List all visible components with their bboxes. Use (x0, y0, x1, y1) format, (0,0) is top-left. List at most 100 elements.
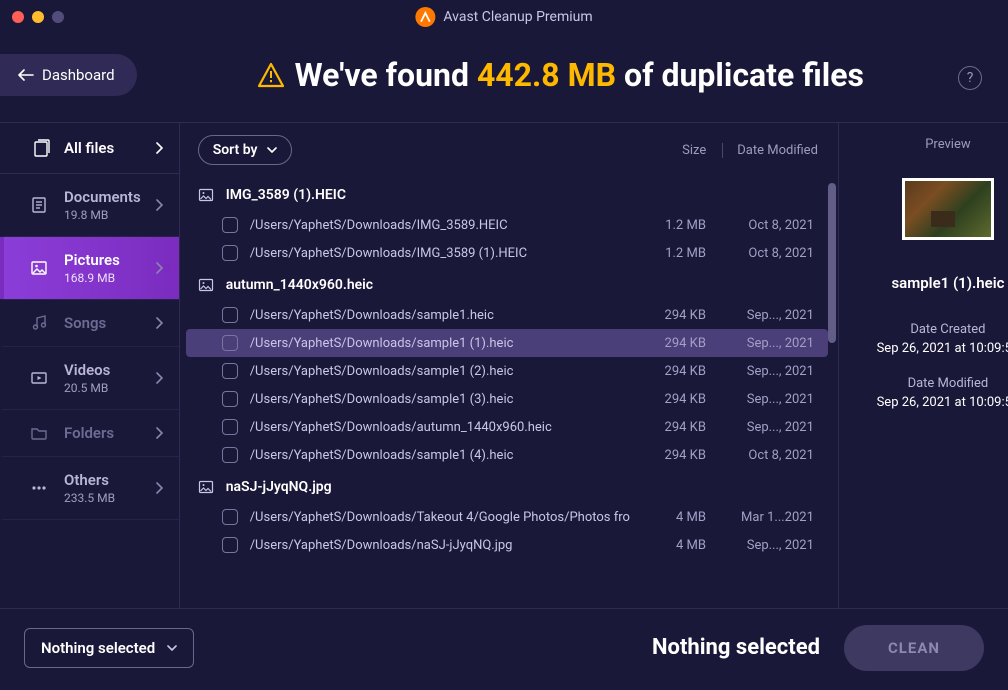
chevron-down-icon (167, 645, 177, 651)
date-modified-label: Date Modified (908, 376, 989, 391)
file-date: Sep..., 2021 (718, 392, 814, 407)
file-row[interactable]: /Users/YaphetS/Downloads/naSJ-jJyqNQ.jpg… (186, 531, 828, 559)
file-path: /Users/YaphetS/Downloads/autumn_1440x960… (250, 420, 630, 435)
file-checkbox[interactable] (222, 217, 238, 233)
chevron-right-icon (155, 142, 163, 154)
sidebar-item-label: Songs (64, 314, 106, 332)
sidebar-item-label: Others (64, 471, 115, 489)
preview-pane: Preview sample1 (1).heic Date Created Se… (839, 123, 1008, 608)
page-headline: We've found 442.8 MB of duplicate files (137, 56, 984, 94)
file-list-body[interactable]: IMG_3589 (1).HEIC/Users/YaphetS/Download… (180, 177, 838, 608)
file-checkbox[interactable] (222, 307, 238, 323)
chevron-right-icon (155, 317, 163, 329)
sidebar-item-label: Videos (64, 361, 110, 379)
file-row[interactable]: /Users/YaphetS/Downloads/sample1 (4).hei… (186, 441, 828, 469)
col-size-header[interactable]: Size (680, 143, 708, 158)
file-checkbox[interactable] (222, 363, 238, 379)
help-button[interactable]: ? (958, 66, 982, 90)
file-row[interactable]: /Users/YaphetS/Downloads/sample1.heic294… (186, 301, 828, 329)
sidebar-item-others[interactable]: Others233.5 MB (0, 457, 179, 520)
videos-icon (28, 369, 50, 387)
file-size: 294 KB (642, 392, 706, 407)
file-size: 1.2 MB (642, 218, 706, 233)
file-checkbox[interactable] (222, 419, 238, 435)
app-logo-icon (415, 7, 435, 27)
image-icon (198, 187, 214, 203)
file-size: 1.2 MB (642, 246, 706, 261)
others-icon (28, 479, 50, 497)
file-group-header[interactable]: IMG_3589 (1).HEIC (180, 177, 834, 211)
image-icon (198, 479, 214, 495)
file-group-header[interactable]: autumn_1440x960.heic (180, 267, 834, 301)
dashboard-back-button[interactable]: Dashboard (0, 54, 137, 96)
dashboard-back-label: Dashboard (42, 66, 115, 84)
preview-label: Preview (925, 137, 970, 152)
minimize-window-button[interactable] (32, 11, 44, 23)
date-created-value: Sep 26, 2021 at 10:09:52 (877, 341, 1008, 356)
file-size: 294 KB (642, 336, 706, 351)
file-row[interactable]: /Users/YaphetS/Downloads/Takeout 4/Googl… (186, 503, 828, 531)
list-header: Sort by Size Date Modified (180, 123, 838, 177)
file-group-title: naSJ-jJyqNQ.jpg (226, 479, 332, 495)
selection-dropdown-label: Nothing selected (41, 639, 155, 657)
image-icon (198, 277, 214, 293)
file-checkbox[interactable] (222, 537, 238, 553)
sidebar-item-documents[interactable]: Documents 19.8 MB (0, 174, 179, 237)
sidebar-item-label: Documents (64, 188, 141, 206)
footer: Nothing selected Nothing selected CLEAN (0, 608, 1008, 686)
headline-post: of duplicate files (624, 56, 864, 94)
file-date: Mar 1...2021 (718, 510, 814, 525)
file-row[interactable]: /Users/YaphetS/Downloads/sample1 (3).hei… (186, 385, 828, 413)
zoom-window-button[interactable] (52, 11, 64, 23)
content: Sort by Size Date Modified IMG_3589 (1).… (180, 123, 1008, 608)
sidebar-item-songs[interactable]: Songs (0, 300, 179, 347)
titlebar: Avast Cleanup Premium (0, 0, 1008, 34)
file-path: /Users/YaphetS/Downloads/sample1 (3).hei… (250, 392, 630, 407)
file-checkbox[interactable] (222, 245, 238, 261)
songs-icon (28, 314, 50, 332)
file-date: Sep..., 2021 (718, 308, 814, 323)
column-headers: Size Date Modified (680, 143, 820, 158)
sidebar-item-size: 20.5 MB (64, 381, 110, 395)
close-window-button[interactable] (12, 11, 24, 23)
file-row[interactable]: /Users/YaphetS/Downloads/sample1 (2).hei… (186, 357, 828, 385)
file-list-pane: Sort by Size Date Modified IMG_3589 (1).… (180, 123, 839, 608)
chevron-right-icon (155, 262, 163, 274)
sidebar-item-pictures[interactable]: Pictures168.9 MB (0, 237, 179, 300)
file-path: /Users/YaphetS/Downloads/IMG_3589.HEIC (250, 218, 630, 233)
chevron-right-icon (155, 482, 163, 494)
sidebar-all-files[interactable]: All files (0, 123, 179, 174)
file-path: /Users/YaphetS/Downloads/sample1.heic (250, 308, 630, 323)
file-row[interactable]: /Users/YaphetS/Downloads/sample1 (1).hei… (186, 329, 828, 357)
file-checkbox[interactable] (222, 391, 238, 407)
sidebar-item-videos[interactable]: Videos 20.5 MB (0, 347, 179, 410)
file-size: 294 KB (642, 420, 706, 435)
selection-dropdown[interactable]: Nothing selected (24, 628, 194, 668)
file-checkbox[interactable] (222, 447, 238, 463)
clean-button[interactable]: CLEAN (844, 625, 984, 671)
sidebar-item-size: 19.8 MB (64, 208, 141, 222)
page-header: Dashboard We've found 442.8 MB of duplic… (0, 34, 1008, 122)
file-group-header[interactable]: naSJ-jJyqNQ.jpg (180, 469, 834, 503)
file-row[interactable]: /Users/YaphetS/Downloads/autumn_1440x960… (186, 413, 828, 441)
chevron-down-icon (267, 147, 277, 153)
scrollbar-thumb[interactable] (828, 183, 836, 343)
file-date: Sep..., 2021 (718, 538, 814, 553)
app-title-text: Avast Cleanup Premium (443, 9, 592, 25)
sidebar-item-size: 168.9 MB (64, 271, 120, 285)
file-checkbox[interactable] (222, 335, 238, 351)
headline-amount: 442.8 MB (477, 56, 616, 94)
sort-by-button[interactable]: Sort by (198, 135, 293, 165)
col-date-header[interactable]: Date Modified (722, 143, 820, 158)
file-path: /Users/YaphetS/Downloads/sample1 (1).hei… (250, 336, 630, 351)
date-modified-value: Sep 26, 2021 at 10:09:54 (877, 395, 1008, 410)
file-date: Sep..., 2021 (718, 364, 814, 379)
file-path: /Users/YaphetS/Downloads/IMG_3589 (1).HE… (250, 246, 630, 261)
file-row[interactable]: /Users/YaphetS/Downloads/IMG_3589 (1).HE… (186, 239, 828, 267)
sidebar-item-folders[interactable]: Folders (0, 410, 179, 457)
file-date: Oct 8, 2021 (718, 218, 814, 233)
sidebar: All files Documents 19.8 MB Pictures168.9 … (0, 123, 180, 608)
file-row[interactable]: /Users/YaphetS/Downloads/IMG_3589.HEIC 1.… (186, 211, 828, 239)
window-controls (12, 11, 64, 23)
file-checkbox[interactable] (222, 509, 238, 525)
